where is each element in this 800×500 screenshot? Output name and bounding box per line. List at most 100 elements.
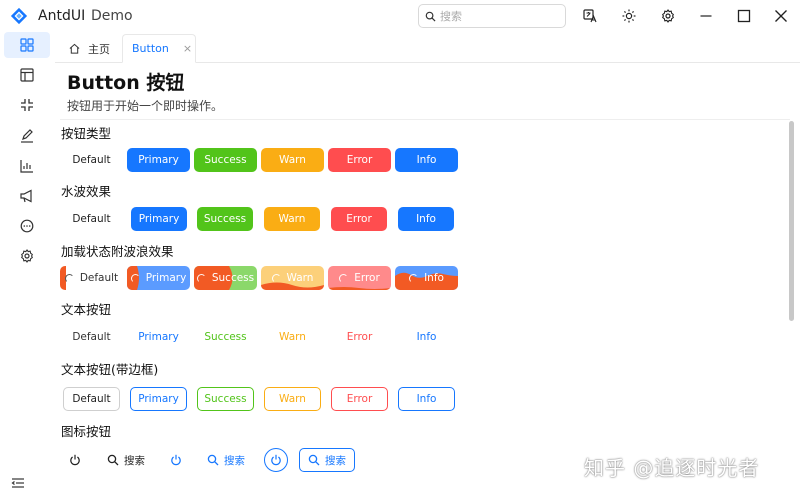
- wave-warn-button[interactable]: Warn: [264, 207, 320, 231]
- info-button[interactable]: Info: [395, 148, 458, 172]
- search-primary-text-button[interactable]: 搜索: [205, 448, 247, 472]
- megaphone-icon: [20, 189, 32, 203]
- power-outline-icon-button[interactable]: [264, 448, 288, 472]
- sidebar-item-other[interactable]: [4, 213, 50, 239]
- wave-error-button[interactable]: Error: [331, 207, 387, 231]
- tab-home-label: 主页: [88, 42, 110, 56]
- section-title-text-buttons: 文本按钮: [61, 302, 112, 317]
- text-default-button[interactable]: Default: [60, 325, 123, 349]
- home-icon: [69, 43, 80, 54]
- loading-spinner-icon: [196, 273, 206, 283]
- loading-spinner-icon: [409, 273, 419, 283]
- sidebar-item-data-entry[interactable]: [4, 123, 50, 149]
- outline-error-button[interactable]: Error: [331, 387, 388, 411]
- loading-warn-label: Warn: [286, 272, 314, 284]
- success-button[interactable]: Success: [194, 148, 257, 172]
- loading-primary-label: Primary: [145, 272, 187, 284]
- divider: [60, 119, 790, 120]
- sidebar-item-feedback[interactable]: [4, 183, 50, 209]
- sidebar-item-navigation[interactable]: [4, 92, 50, 118]
- search-text-button-label: 搜索: [124, 454, 145, 467]
- bar-chart-icon: [20, 160, 33, 173]
- antd-logo-icon: [10, 7, 28, 25]
- text-info-button[interactable]: Info: [395, 325, 458, 349]
- close-window-icon[interactable]: [772, 7, 790, 25]
- loading-warn-button[interactable]: Warn: [261, 266, 324, 290]
- search-icon: [107, 454, 119, 466]
- tab-button[interactable]: Button ×: [122, 34, 196, 63]
- loading-error-button[interactable]: Error: [328, 266, 391, 290]
- section-title-button-types: 按钮类型: [61, 126, 112, 141]
- loading-info-label: Info: [424, 272, 444, 284]
- sidebar-collapse-icon[interactable]: [11, 476, 25, 490]
- sidebar-item-layout[interactable]: [4, 62, 50, 88]
- search-input[interactable]: [440, 9, 560, 23]
- vertical-scrollbar[interactable]: [789, 121, 794, 321]
- loading-spinner-icon: [130, 273, 140, 283]
- loading-success-button[interactable]: Success: [194, 266, 257, 290]
- section-title-bordered-text-buttons: 文本按钮(带边框): [61, 362, 159, 377]
- page-title: Button 按钮: [67, 72, 185, 94]
- loading-default-button[interactable]: Default: [60, 266, 123, 290]
- minimize-icon[interactable]: [697, 7, 715, 25]
- wave-primary-button[interactable]: Primary: [131, 207, 187, 231]
- wave-success-button[interactable]: Success: [197, 207, 253, 231]
- loading-info-button[interactable]: Info: [395, 266, 458, 290]
- layout-icon: [20, 68, 34, 82]
- default-button[interactable]: Default: [60, 148, 123, 172]
- search-text-button[interactable]: 搜索: [105, 448, 147, 472]
- outline-info-button[interactable]: Info: [398, 387, 455, 411]
- power-primary-icon-button[interactable]: [164, 448, 188, 472]
- section-title-loading-wave: 加载状态附波浪效果: [61, 244, 174, 259]
- page-description: 按钮用于开始一个即时操作。: [67, 99, 224, 113]
- loading-default-label: Default: [79, 272, 119, 284]
- section-title-icon-buttons: 图标按钮: [61, 424, 112, 439]
- more-dots-icon: [20, 219, 34, 233]
- sun-theme-icon[interactable]: [620, 7, 638, 25]
- sidebar-item-settings[interactable]: [4, 243, 50, 269]
- tab-bar: 主页 Button ×: [55, 32, 800, 63]
- search-icon: [207, 454, 219, 466]
- text-success-button[interactable]: Success: [194, 325, 257, 349]
- loading-primary-button[interactable]: Primary: [127, 266, 190, 290]
- loading-spinner-icon: [271, 273, 281, 283]
- sidebar-item-data-display[interactable]: [4, 153, 50, 179]
- loading-spinner-icon: [64, 273, 74, 283]
- warn-button[interactable]: Warn: [261, 148, 324, 172]
- power-icon-button[interactable]: [63, 448, 87, 472]
- watermark: 知乎 @追逐时光者: [584, 456, 760, 480]
- gear-icon: [21, 249, 33, 263]
- sidebar-item-general[interactable]: [4, 32, 50, 58]
- loading-spinner-icon: [339, 273, 349, 283]
- edit-icon: [21, 129, 33, 143]
- sidebar: [0, 32, 55, 500]
- text-warn-button[interactable]: Warn: [261, 325, 324, 349]
- outline-success-button[interactable]: Success: [197, 387, 254, 411]
- text-primary-button[interactable]: Primary: [127, 325, 190, 349]
- maximize-icon[interactable]: [735, 7, 753, 25]
- error-button[interactable]: Error: [328, 148, 391, 172]
- wave-default-button[interactable]: Default: [60, 207, 123, 231]
- search-outline-button-label: 搜索: [325, 454, 346, 467]
- settings-gear-icon[interactable]: [659, 7, 677, 25]
- tab-button-label: Button: [132, 42, 169, 55]
- loading-error-label: Error: [354, 272, 380, 284]
- search-icon: [425, 11, 436, 22]
- app-subtitle: Demo: [91, 8, 133, 24]
- wave-info-button[interactable]: Info: [398, 207, 454, 231]
- outline-primary-button[interactable]: Primary: [130, 387, 187, 411]
- main-content: Button 按钮 按钮用于开始一个即时操作。 按钮类型 Default Pri…: [55, 63, 800, 500]
- search-outline-button[interactable]: 搜索: [299, 448, 355, 472]
- loading-success-label: Success: [211, 272, 255, 284]
- search-box[interactable]: [418, 4, 566, 28]
- tab-close-icon[interactable]: ×: [183, 42, 192, 55]
- text-error-button[interactable]: Error: [328, 325, 391, 349]
- outline-warn-button[interactable]: Warn: [264, 387, 321, 411]
- translate-icon[interactable]: [581, 7, 599, 25]
- tab-home[interactable]: 主页: [69, 34, 110, 63]
- primary-button[interactable]: Primary: [127, 148, 190, 172]
- section-title-wave-effect: 水波效果: [61, 184, 112, 199]
- compress-icon: [21, 99, 33, 111]
- outline-default-button[interactable]: Default: [63, 387, 120, 411]
- app-name: AntdUI: [38, 8, 86, 24]
